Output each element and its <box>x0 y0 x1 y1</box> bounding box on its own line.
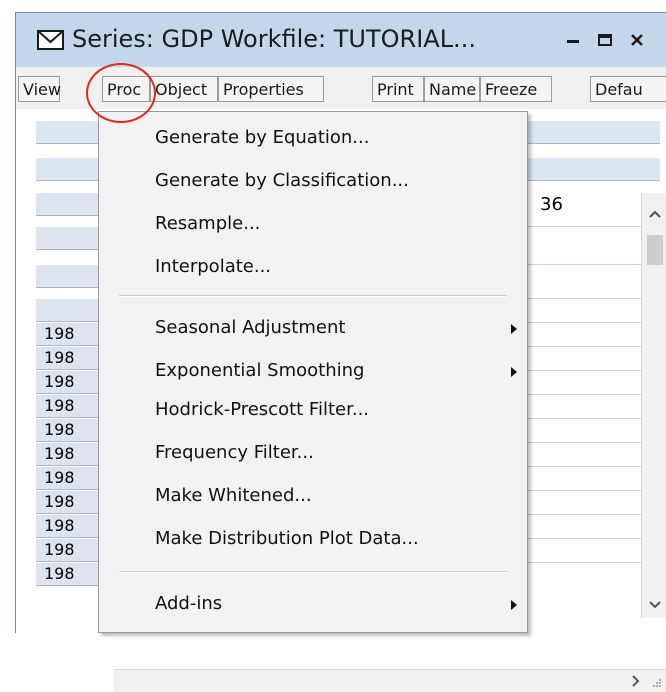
scroll-down-icon[interactable] <box>649 601 661 609</box>
object-button[interactable]: Object <box>150 76 218 102</box>
series-envelope-icon <box>37 30 64 50</box>
menu-item-seasonal-adjustment[interactable]: Seasonal Adjustment <box>99 309 527 347</box>
resize-grip-icon[interactable] <box>652 678 662 688</box>
properties-button[interactable]: Properties <box>218 76 324 102</box>
scroll-up-icon[interactable] <box>649 210 661 218</box>
freeze-button[interactable]: Freeze <box>480 76 552 102</box>
menu-item-interpolate[interactable]: Interpolate... <box>99 248 527 286</box>
menu-item-make-whitened[interactable]: Make Whitened... <box>99 477 527 515</box>
cell-value[interactable]: 36 <box>540 194 563 215</box>
view-button[interactable]: View <box>18 76 61 102</box>
menu-item-generate-by-classification[interactable]: Generate by Classification... <box>99 162 527 200</box>
submenu-arrow-icon <box>511 367 517 377</box>
menu-item-hodrick-prescott-filter[interactable]: Hodrick-Prescott Filter... <box>99 391 527 429</box>
menu-item-make-distribution-plot-data[interactable]: Make Distribution Plot Data... <box>99 520 527 558</box>
proc-dropdown-menu: Generate by Equation... Generate by Clas… <box>98 111 528 633</box>
submenu-arrow-icon <box>511 324 517 334</box>
print-button[interactable]: Print <box>372 76 424 102</box>
maximize-icon[interactable] <box>590 25 620 55</box>
minimize-icon[interactable] <box>558 25 588 55</box>
submenu-arrow-icon <box>511 600 517 610</box>
menu-item-generate-by-equation[interactable]: Generate by Equation... <box>99 119 527 157</box>
menu-item-frequency-filter[interactable]: Frequency Filter... <box>99 434 527 472</box>
menu-item-add-ins[interactable]: Add-ins <box>99 585 527 623</box>
proc-highlight-circle <box>86 63 156 123</box>
menu-separator <box>119 295 507 297</box>
horizontal-scrollbar[interactable] <box>114 669 666 692</box>
vertical-scrollbar[interactable] <box>641 193 666 618</box>
menu-item-resample[interactable]: Resample... <box>99 205 527 243</box>
window-title: Series: GDP Workfile: TUTORIAL... <box>72 25 476 53</box>
scroll-right-icon[interactable] <box>632 675 640 687</box>
name-button[interactable]: Name <box>424 76 480 102</box>
default-button[interactable]: Defau <box>590 76 666 102</box>
close-icon[interactable] <box>622 25 652 55</box>
title-bar[interactable]: Series: GDP Workfile: TUTORIAL... <box>16 13 666 67</box>
scroll-thumb[interactable] <box>647 235 663 265</box>
menu-item-exponential-smoothing[interactable]: Exponential Smoothing <box>99 352 527 390</box>
menu-separator <box>119 571 507 573</box>
